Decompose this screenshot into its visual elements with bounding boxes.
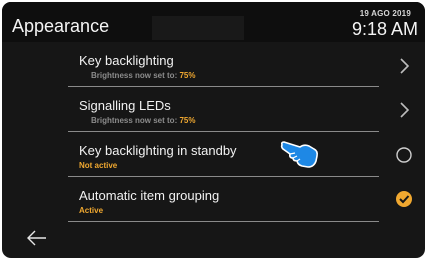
device-screen: Appearance 19 AGO 2019 9:18 AM Key backl… — [2, 2, 425, 258]
status-label: Not active — [79, 161, 118, 170]
list-item-signalling-leds[interactable]: Signalling LEDs Brightness now set to: 7… — [68, 87, 379, 132]
chevron-right-icon[interactable] — [390, 96, 418, 124]
date-display: 19 AGO 2019 — [359, 9, 411, 18]
item-subtitle: Brightness now set to: 75% — [91, 71, 195, 80]
list-item-automatic-grouping[interactable]: Automatic item grouping Active — [68, 177, 379, 222]
settings-list: Key backlighting Brightness now set to: … — [68, 42, 379, 222]
brightness-value: 75% — [179, 71, 196, 80]
list-item-key-backlighting[interactable]: Key backlighting Brightness now set to: … — [68, 42, 379, 87]
back-arrow-icon[interactable] — [24, 228, 50, 248]
subtitle-prefix: Brightness now set to: — [91, 116, 178, 125]
item-title: Automatic item grouping — [79, 188, 220, 203]
pointing-hand-icon — [280, 139, 320, 169]
subtitle-prefix: Brightness now set to: — [91, 71, 178, 80]
item-title: Key backlighting in standby — [79, 143, 237, 158]
item-title: Key backlighting — [79, 53, 174, 68]
page-title: Appearance — [12, 16, 110, 36]
list-item-key-backlighting-standby[interactable]: Key backlighting in standby Not active — [68, 132, 379, 177]
status-label: Active — [79, 206, 104, 215]
item-subtitle: Brightness now set to: 75% — [91, 116, 195, 125]
time-display: 9:18 AM — [351, 19, 418, 39]
item-title: Signalling LEDs — [79, 98, 171, 113]
checkbox-checked-icon[interactable] — [390, 185, 418, 213]
radio-unchecked-icon[interactable] — [390, 141, 418, 169]
header-shade — [152, 16, 244, 40]
brightness-value: 75% — [179, 116, 196, 125]
header-bar: Appearance 19 AGO 2019 9:18 AM — [2, 2, 425, 42]
chevron-right-icon[interactable] — [390, 52, 418, 80]
